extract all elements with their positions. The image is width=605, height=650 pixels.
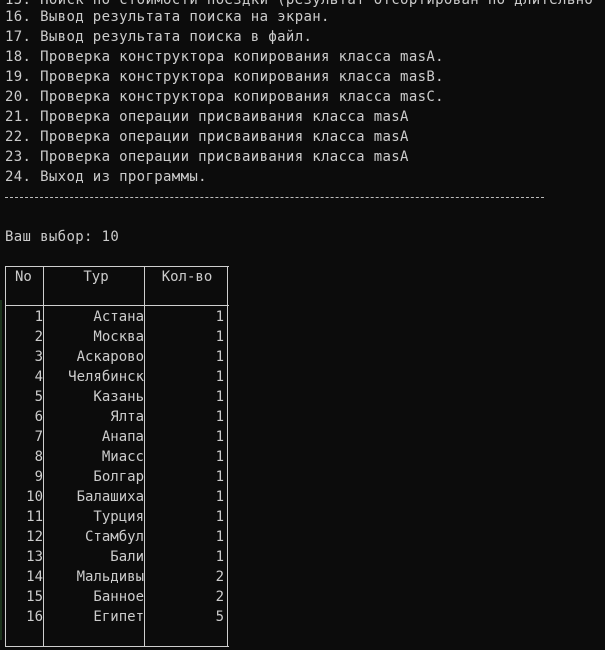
row-tur: Банное <box>93 589 144 605</box>
row-no: 13 <box>26 549 43 565</box>
table-left-border <box>5 266 6 647</box>
menu-line-23: 23. Проверка операции присваивания класс… <box>5 149 409 165</box>
row-kol: 5 <box>215 609 224 625</box>
results-table: No Тур Кол-во 1 Астана 1 2 Москва 1 3 Ас… <box>5 261 229 647</box>
row-no: 15 <box>26 589 43 605</box>
menu-line-17: 17. Вывод результата поиска в файл. <box>5 29 313 45</box>
row-no: 8 <box>34 449 43 465</box>
row-tur: Казань <box>93 389 144 405</box>
row-tur: Болгар <box>93 469 144 485</box>
row-no: 12 <box>26 529 43 545</box>
row-kol: 1 <box>215 389 224 405</box>
row-no: 4 <box>34 369 43 385</box>
row-no: 14 <box>26 569 43 585</box>
menu-line-24: 24. Выход из программы. <box>5 169 207 185</box>
row-tur: Стамбул <box>84 529 144 545</box>
row-kol: 1 <box>215 409 224 425</box>
row-tur: Челябинск <box>68 369 144 385</box>
row-no: 11 <box>26 509 43 525</box>
table-header-divider <box>5 305 229 306</box>
row-no: 7 <box>34 429 43 445</box>
row-kol: 1 <box>215 369 224 385</box>
row-no: 6 <box>34 409 43 425</box>
row-kol: 2 <box>215 569 224 585</box>
row-kol: 1 <box>215 429 224 445</box>
prompt-line: Ваш выбор: 10 <box>5 229 120 245</box>
row-tur: Аскарово <box>76 349 144 365</box>
row-kol: 1 <box>215 469 224 485</box>
row-kol: 1 <box>215 309 224 325</box>
row-tur: Москва <box>93 329 144 345</box>
menu-line-22: 22. Проверка операции присваивания класс… <box>5 129 409 145</box>
row-no: 1 <box>34 309 43 325</box>
table-bottom-border <box>5 646 229 647</box>
table-col-divider-1 <box>43 266 44 647</box>
row-tur: Турция <box>93 509 144 525</box>
row-tur: Балашиха <box>76 489 144 505</box>
row-tur: Бали <box>110 549 144 565</box>
row-no: 9 <box>34 469 43 485</box>
menu-line-18: 18. Проверка конструктора копирования кл… <box>5 49 444 65</box>
row-tur: Египет <box>93 609 144 625</box>
row-kol: 1 <box>215 449 224 465</box>
row-kol: 1 <box>215 489 224 505</box>
menu-line-16: 16. Вывод результата поиска на экран. <box>5 9 330 25</box>
row-kol: 1 <box>215 349 224 365</box>
row-tur: Миасс <box>101 449 144 465</box>
menu-line-19: 19. Проверка конструктора копирования кл… <box>5 69 444 85</box>
row-tur: Астана <box>93 309 144 325</box>
row-no: 10 <box>26 489 43 505</box>
header-kol: Кол-во <box>161 269 213 285</box>
row-no: 5 <box>34 389 43 405</box>
console-window: 15. Поиск по стоимости поездки (результа… <box>0 0 605 650</box>
window-edge <box>0 300 2 640</box>
menu-line-21: 21. Проверка операции присваивания класс… <box>5 109 409 125</box>
row-kol: 1 <box>215 329 224 345</box>
menu-line-20: 20. Проверка конструктора копирования кл… <box>5 89 444 105</box>
header-tur: Тур <box>83 269 109 285</box>
table-right-border <box>227 266 228 647</box>
row-tur: Мальдивы <box>76 569 144 585</box>
row-kol: 1 <box>215 529 224 545</box>
row-no: 2 <box>34 329 43 345</box>
row-tur: Анапа <box>101 429 144 445</box>
row-kol: 2 <box>215 589 224 605</box>
row-tur: Ялта <box>110 409 144 425</box>
row-no: 3 <box>34 349 43 365</box>
header-no: No <box>15 269 32 285</box>
separator-line <box>5 197 544 198</box>
row-kol: 1 <box>215 549 224 565</box>
row-no: 16 <box>26 609 43 625</box>
row-kol: 1 <box>215 509 224 525</box>
